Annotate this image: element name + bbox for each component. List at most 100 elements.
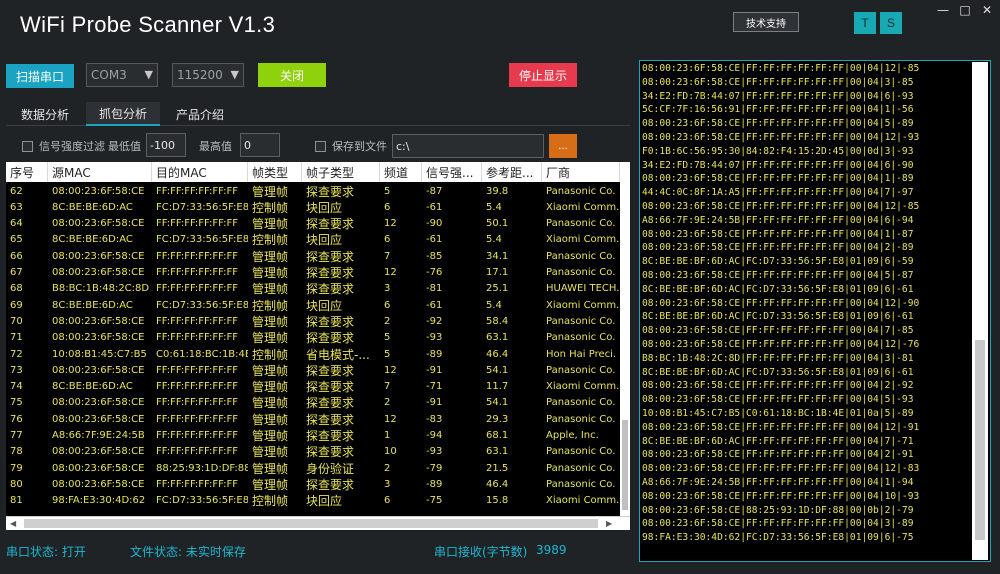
scroll-left-icon[interactable]: ◀ <box>10 519 16 528</box>
table-cell: Panasonic Co. <box>546 250 616 262</box>
table-row[interactable]: 71 08:00:23:6F:58:CE FF:FF:FF:FF:FF:FF 管理帧 探… <box>6 330 620 346</box>
table-cell: -61 <box>426 299 443 311</box>
port-select[interactable]: COM3 ▼ <box>86 63 158 87</box>
table-row[interactable]: 63 8C:BE:BE:6D:AC FC:D7:33:56:5F:E8 控制帧 块回应 6… <box>6 199 620 215</box>
table-row[interactable]: 72 10:08:B1:45:C7:B5 C0:61:18:BC:1B:4E 控制帧 省… <box>6 346 620 362</box>
serial-line: 08:00:23:6F:58:CE|FF:FF:FF:FF:FF:FF|00|0… <box>642 242 914 254</box>
table-row[interactable]: 62 08:00:23:6F:58:CE FF:FF:FF:FF:FF:FF 管理帧 探… <box>6 183 620 199</box>
column-header[interactable]: 厂商 <box>542 162 620 182</box>
table-cell: HUAWEI TECH. <box>546 283 620 295</box>
table-cell: -61 <box>426 201 443 213</box>
table-cell: FF:FF:FF:FF:FF:FF <box>156 397 238 409</box>
table-row[interactable]: 78 08:00:23:6F:58:CE FF:FF:FF:FF:FF:FF 管理帧 探… <box>6 444 620 460</box>
table-cell: 46.4 <box>486 478 509 490</box>
column-header[interactable]: 参考距... <box>482 162 542 182</box>
table-cell: 58.4 <box>486 315 509 327</box>
table-horizontal-scroll-thumb[interactable] <box>24 519 598 528</box>
serial-output-panel[interactable]: 08:00:23:6F:58:CE|FF:FF:FF:FF:FF:FF|00|0… <box>639 60 991 562</box>
table-cell: 54.1 <box>486 364 509 376</box>
serial-line: B8:BC:1B:48:2C:8D|FF:FF:FF:FF:FF:FF|00|0… <box>642 352 914 364</box>
max-value-input[interactable]: 0 <box>240 133 280 157</box>
table-cell: -79 <box>426 462 443 474</box>
table-row[interactable]: 76 08:00:23:6F:58:CE FF:FF:FF:FF:FF:FF 管理帧 探… <box>6 411 620 427</box>
tab-data-analysis[interactable]: 数据分析 <box>14 102 76 126</box>
column-header[interactable]: 帧类型 <box>248 162 302 182</box>
port-status: 串口状态: 打开 <box>6 545 86 559</box>
tab-packet-analysis[interactable]: 抓包分析 <box>86 102 160 126</box>
table-cell: 管理帧 <box>252 184 289 199</box>
serial-line: 34:E2:FD:7B:44:07|FF:FF:FF:FF:FF:FF|00|0… <box>642 159 914 171</box>
table-cell: 3 <box>384 478 391 490</box>
table-cell: 探查要求 <box>306 249 355 264</box>
table-cell: 管理帧 <box>252 266 289 280</box>
table-row[interactable]: 68 B8:BC:1B:48:2C:8D FF:FF:FF:FF:FF:FF 管理帧 探… <box>6 281 620 297</box>
table-row[interactable]: 79 08:00:23:6F:58:CE 88:25:93:1D:DF:88 管理帧 身… <box>6 460 620 476</box>
table-cell: FC:D7:33:56:5F:E8 <box>156 201 248 213</box>
table-cell: FC:D7:33:56:5F:E8 <box>156 495 248 507</box>
table-cell: Panasonic Co. <box>546 397 616 409</box>
column-header[interactable]: 源MAC <box>48 162 152 182</box>
table-cell: 7 <box>384 381 391 393</box>
save-to-file-checkbox[interactable]: 保存到文件 <box>315 134 387 158</box>
table-row[interactable]: 74 8C:BE:BE:6D:AC FF:FF:FF:FF:FF:FF 管理帧 探查要求… <box>6 379 620 395</box>
serial-line: 08:00:23:6F:58:CE|FF:FF:FF:FF:FF:FF|00|0… <box>642 463 920 475</box>
min-value-input[interactable]: -100 <box>146 133 186 157</box>
stop-display-button[interactable]: 停止显示 <box>509 63 577 87</box>
baud-select[interactable]: 115200 ▼ <box>172 63 244 87</box>
table-row[interactable]: 81 98:FA:E3:30:4D:62 FC:D7:33:56:5F:E8 控制帧 块… <box>6 493 620 509</box>
maximize-icon[interactable]: □ <box>956 2 974 18</box>
table-cell: 6 <box>384 495 391 507</box>
table-cell: 80 <box>10 478 23 490</box>
table-cell: 10 <box>384 446 397 458</box>
table-cell: 68.1 <box>486 430 509 441</box>
t-button[interactable]: T <box>854 12 876 34</box>
table-row[interactable]: 80 08:00:23:6F:58:CE FF:FF:FF:FF:FF:FF 管理帧 探… <box>6 476 620 492</box>
table-cell: -61 <box>426 234 443 246</box>
table-cell: 29.3 <box>486 413 509 425</box>
serial-line: 98:FA:E3:30:4D:62|FC:D7:33:56:5F:E8|01|0… <box>642 532 914 544</box>
serial-line: 08:00:23:6F:58:CE|FF:FF:FF:FF:FF:FF|00|0… <box>642 173 914 185</box>
browse-button[interactable]: ... <box>549 134 577 158</box>
column-header[interactable]: 信号强... <box>422 162 482 182</box>
table-cell: 10:08:B1:45:C7:B5 <box>52 348 147 360</box>
table-cell: 管理帧 <box>252 429 289 443</box>
file-path-input[interactable]: c:\ <box>392 134 544 158</box>
table-cell: 探查要求 <box>306 184 355 199</box>
table-row[interactable]: 70 08:00:23:6F:58:CE FF:FF:FF:FF:FF:FF 管理帧 探… <box>6 313 620 329</box>
table-vertical-scroll-thumb[interactable] <box>622 420 628 510</box>
scan-port-button[interactable]: 扫描串口 <box>6 64 74 88</box>
minimize-icon[interactable]: — <box>934 2 952 18</box>
chevron-down-icon: ▼ <box>144 68 153 81</box>
table-row[interactable]: 65 8C:BE:BE:6D:AC FC:D7:33:56:5F:E8 控制帧 块回应 6… <box>6 232 620 248</box>
tab-product-intro[interactable]: 产品介绍 <box>168 102 232 126</box>
table-row[interactable]: 75 08:00:23:6F:58:CE FF:FF:FF:FF:FF:FF 管理帧 探… <box>6 395 620 411</box>
table-cell: Xiaomi Comm. <box>546 234 620 246</box>
serial-line: 08:00:23:6F:58:CE|FF:FF:FF:FF:FF:FF|00|0… <box>642 449 914 461</box>
close-icon[interactable]: ✕ <box>978 2 996 18</box>
table-row[interactable]: 64 08:00:23:6F:58:CE FF:FF:FF:FF:FF:FF 管理帧 探… <box>6 216 620 232</box>
table-cell: 5 <box>384 348 391 360</box>
table-cell: FF:FF:FF:FF:FF:FF <box>156 446 238 458</box>
serial-line: 8C:BE:BE:BF:6D:AC|FF:FF:FF:FF:FF:FF|00|0… <box>642 435 914 447</box>
support-button[interactable]: 技术支持 <box>733 12 799 32</box>
table-cell: 73 <box>10 364 23 376</box>
signal-filter-checkbox[interactable]: 信号强度过滤 <box>22 134 105 158</box>
table-row[interactable]: 67 08:00:23:6F:58:CE FF:FF:FF:FF:FF:FF 管理帧 探… <box>6 265 620 281</box>
close-port-button[interactable]: 关闭 <box>258 63 326 87</box>
scroll-right-icon[interactable]: ▶ <box>606 519 612 528</box>
serial-line: 08:00:23:6F:58:CE|FF:FF:FF:FF:FF:FF|00|0… <box>642 394 914 406</box>
table-cell: 控制帧 <box>252 347 289 362</box>
column-header[interactable]: 频道 <box>380 162 422 182</box>
table-row[interactable]: 69 8C:BE:BE:6D:AC FC:D7:33:56:5F:E8 控制帧 块回应 6… <box>6 297 620 313</box>
serial-vertical-scroll-thumb[interactable] <box>975 340 985 540</box>
table-cell: 控制帧 <box>252 298 289 313</box>
column-header[interactable]: 序号 <box>6 162 48 182</box>
table-row[interactable]: 73 08:00:23:6F:58:CE FF:FF:FF:FF:FF:FF 管理帧 探… <box>6 362 620 378</box>
table-row[interactable]: 66 08:00:23:6F:58:CE FF:FF:FF:FF:FF:FF 管理帧 探… <box>6 248 620 264</box>
table-row[interactable]: 77 A8:66:7F:9E:24:5B FF:FF:FF:FF:FF:FF 管理帧 探… <box>6 428 620 444</box>
column-header[interactable]: 目的MAC <box>152 162 248 182</box>
packet-table: 序号 源MAC 目的MAC 帧类型 帧子类型 频道 信号强... 参考距... … <box>6 162 630 516</box>
table-cell: 79 <box>10 462 23 474</box>
s-button[interactable]: S <box>880 12 902 34</box>
column-header[interactable]: 帧子类型 <box>302 162 380 182</box>
